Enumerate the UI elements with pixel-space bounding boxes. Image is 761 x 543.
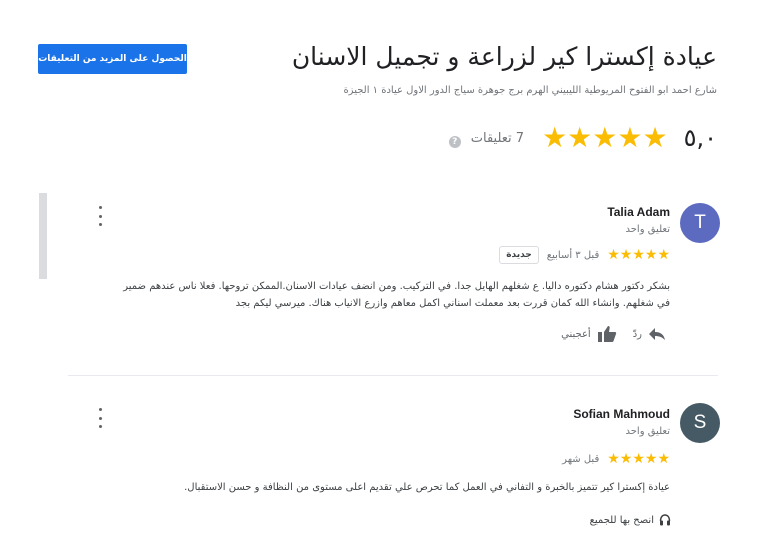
reviewer-review-count: تعليق واحد (625, 224, 671, 235)
review-count-link[interactable]: 7 تعليقات (471, 131, 524, 146)
help-icon[interactable]: ? (448, 136, 461, 148)
business-address: شارع احمد ابو الفتوح المريوطية الليبيني … (343, 85, 717, 96)
page-title: عيادة إكسترا كير لزراعة و تجميل الاسنان (291, 42, 717, 71)
recommendation-text: انصح بها للجميع (589, 514, 654, 526)
rating-summary: ٥,٠ ★★★★★ 7 تعليقات ? (448, 121, 717, 154)
new-badge: جديدة (499, 246, 539, 264)
like-button[interactable]: أعجبني (561, 325, 617, 343)
review-time: قبل شهر (562, 453, 600, 465)
reply-label: ردّ (632, 328, 642, 340)
review-stars: ★★★★★ (607, 451, 670, 467)
reviewer-name[interactable]: Talia Adam (607, 205, 670, 219)
review-meta: ★★★★★ قبل ٣ أسابيع جديدة (499, 246, 670, 264)
review-text: بشكر دكتور هشام دكتوره داليا. ع شغلهم ال… (123, 281, 670, 309)
reply-icon (649, 328, 665, 340)
thumbs-up-icon (597, 326, 616, 342)
review-card: T Talia Adam تعليق واحد ★★★★★ قبل ٣ أساب… (60, 200, 720, 370)
review-divider (68, 375, 718, 376)
overall-rating: ٥,٠ (683, 124, 717, 152)
more-options-icon[interactable] (96, 206, 104, 226)
overall-stars: ★★★★★ (542, 121, 668, 154)
recommendation-tag: انصح بها للجميع (590, 514, 671, 526)
review-actions: ردّ أعجبني (561, 325, 666, 343)
reply-button[interactable]: ردّ (633, 327, 666, 341)
review-time: قبل ٣ أسابيع (546, 249, 600, 261)
more-options-icon[interactable] (96, 408, 104, 428)
review-stars: ★★★★★ (607, 247, 670, 263)
review-meta: ★★★★★ قبل شهر (562, 452, 670, 466)
review-text: عيادة إكسترا كير تتميز بالخبرة و التفاني… (184, 482, 670, 493)
get-more-reviews-button[interactable]: الحصول على المزيد من التعليقات (38, 44, 187, 74)
avatar[interactable]: T (680, 203, 720, 243)
scroll-indicator (39, 193, 47, 279)
headset-icon (659, 514, 671, 526)
reviewer-name[interactable]: Sofian Mahmoud (573, 407, 670, 421)
avatar[interactable]: S (680, 403, 720, 443)
reviewer-review-count: تعليق واحد (625, 426, 671, 437)
like-label: أعجبني (561, 328, 591, 340)
